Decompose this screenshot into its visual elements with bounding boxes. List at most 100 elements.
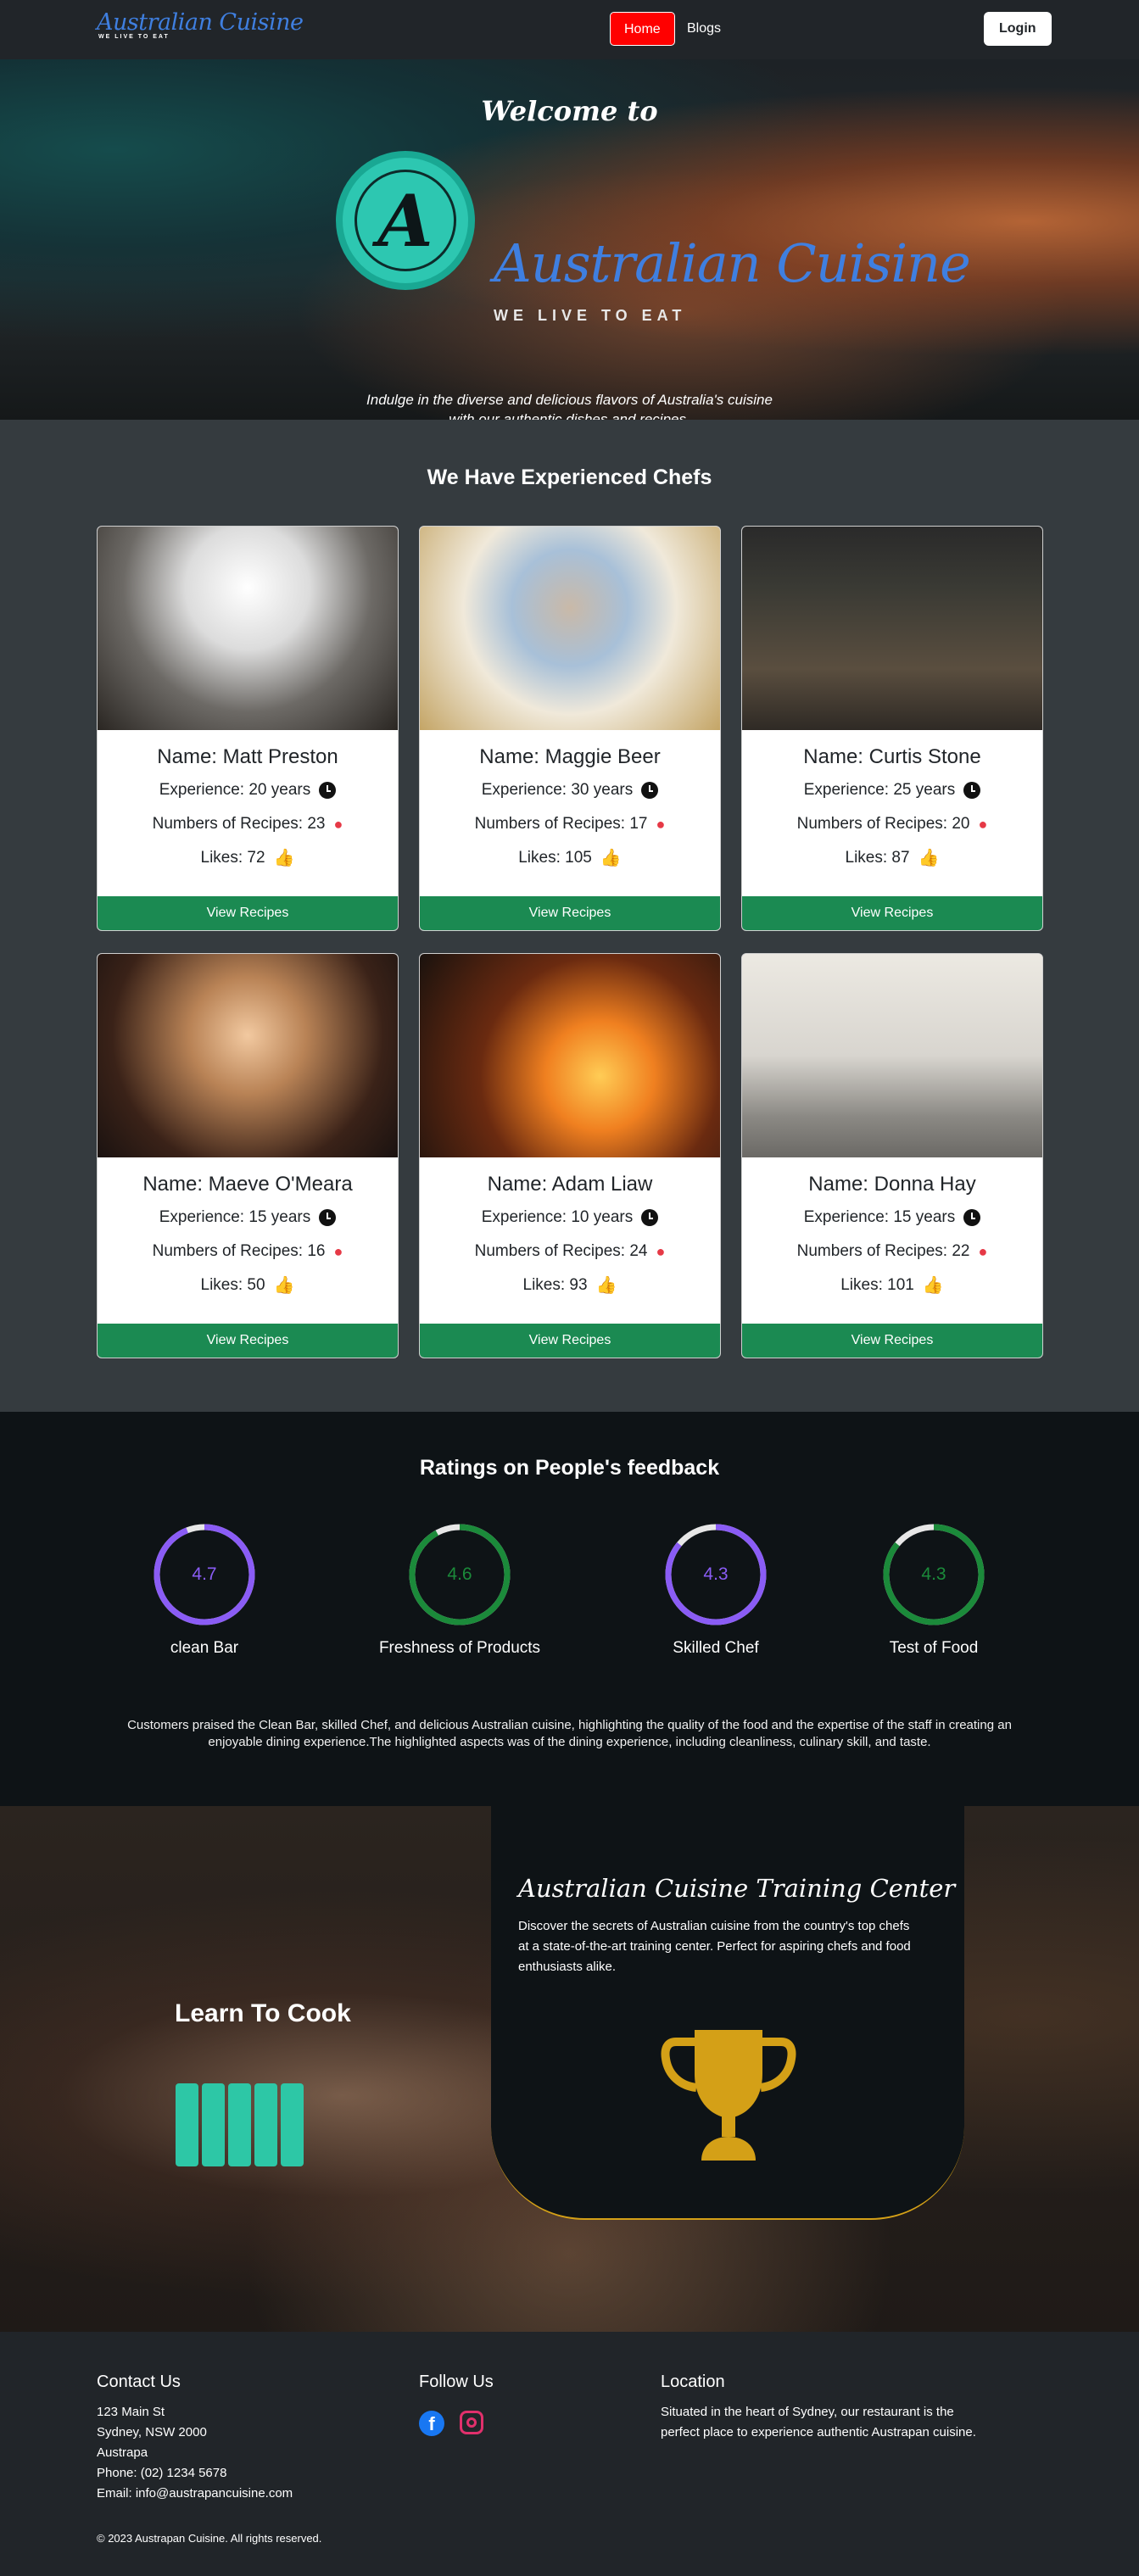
clock-icon (641, 782, 659, 799)
hero-welcome: Welcome to (481, 95, 658, 127)
view-recipes-button[interactable]: View Recipes (742, 896, 1042, 930)
footer-location-text: Situated in the heart of Sydney, our res… (661, 2405, 976, 2439)
login-button[interactable]: Login (984, 12, 1052, 46)
brand-logo[interactable]: Australian Cuisine WE LIVE TO EAT (97, 9, 304, 41)
bars-icon (176, 2083, 304, 2166)
view-recipes-button[interactable]: View Recipes (420, 1324, 720, 1358)
chef-card: Name: Matt Preston Experience: 20 years … (97, 526, 399, 931)
brand-name: Australian Cuisine (97, 9, 304, 36)
fire-icon: ● (656, 1243, 666, 1260)
footer-location-title: Location (661, 2372, 725, 2391)
chef-recipes-text: Numbers of Recipes: 20 (796, 815, 970, 833)
chef-recipes: Numbers of Recipes: 20 ● (742, 815, 1042, 834)
thumbs-up-icon[interactable]: 👍 (918, 850, 940, 867)
chef-recipes-text: Numbers of Recipes: 17 (474, 815, 648, 833)
chefs-section-title: We Have Experienced Chefs (427, 466, 712, 489)
rating-value: 4.6 (447, 1564, 472, 1584)
chef-recipes: Numbers of Recipes: 23 ● (98, 815, 398, 834)
nav-home-link[interactable]: Home (610, 12, 675, 46)
navbar: Australian Cuisine WE LIVE TO EAT Home B… (0, 0, 1139, 59)
chef-name: Name: Maggie Beer (479, 745, 661, 768)
chefs-section: We Have Experienced Chefs Name: Matt Pre… (0, 420, 1139, 1412)
trophy-icon (661, 2030, 796, 2161)
chef-experience: Experience: 30 years (420, 781, 720, 800)
chef-name: Name: Donna Hay (808, 1173, 976, 1196)
chef-recipes-text: Numbers of Recipes: 16 (152, 1242, 326, 1260)
nav-blogs-link[interactable]: Blogs (673, 12, 734, 46)
footer-address-line: Sydney, NSW 2000 (97, 2425, 207, 2439)
clock-icon (319, 782, 337, 799)
footer-address-line: Austrapa (97, 2445, 148, 2460)
chef-likes: Likes: 87 👍 (742, 849, 1042, 867)
chef-card: Name: Maeve O'Meara Experience: 15 years… (97, 953, 399, 1358)
training-card-title: Australian Cuisine Training Center (518, 1874, 956, 1903)
chef-name: Name: Matt Preston (157, 745, 338, 768)
hero-description-line: Indulge in the diverse and delicious fla… (366, 392, 773, 408)
hero-banner: Welcome to A Australian Cuisine WE LIVE … (0, 59, 1139, 420)
chef-experience-text: Experience: 30 years (481, 781, 634, 799)
chef-recipes-text: Numbers of Recipes: 24 (474, 1242, 648, 1260)
footer-phone: Phone: (02) 1234 5678 (97, 2466, 227, 2480)
chef-experience-text: Experience: 25 years (803, 781, 956, 799)
chef-card: Name: Curtis Stone Experience: 25 years … (741, 526, 1043, 931)
chef-likes-text: Likes: 50 (200, 1276, 265, 1294)
footer-email[interactable]: Email: info@austrapancuisine.com (97, 2484, 293, 2504)
hero-logo-emblem: A (336, 151, 475, 290)
thumbs-up-icon[interactable]: 👍 (600, 850, 622, 867)
view-recipes-button[interactable]: View Recipes (742, 1324, 1042, 1358)
rating-value: 4.3 (703, 1564, 729, 1584)
thumbs-up-icon[interactable]: 👍 (274, 1277, 295, 1294)
chef-experience-text: Experience: 20 years (159, 781, 311, 799)
chef-likes-text: Likes: 93 (522, 1276, 588, 1294)
rating-gauge: 4.6 Freshness of Products (358, 1522, 561, 1658)
chef-photo (742, 527, 1042, 730)
thumbs-up-icon[interactable]: 👍 (923, 1277, 944, 1294)
social-links: f (419, 2411, 494, 2436)
footer-follow-title: Follow Us (419, 2372, 494, 2391)
chef-likes: Likes: 50 👍 (98, 1276, 398, 1295)
thumbs-up-icon[interactable]: 👍 (274, 850, 295, 867)
chef-card: Name: Maggie Beer Experience: 30 years N… (419, 526, 721, 931)
training-section: Learn To Cook Australian Cuisine Trainin… (0, 1806, 1139, 2332)
chef-photo (420, 954, 720, 1157)
chef-likes: Likes: 72 👍 (98, 849, 398, 867)
view-recipes-button[interactable]: View Recipes (420, 896, 720, 930)
training-card: Australian Cuisine Training Center Disco… (491, 1806, 964, 2220)
chef-name: Name: Curtis Stone (803, 745, 981, 768)
chef-recipes: Numbers of Recipes: 17 ● (420, 815, 720, 834)
fire-icon: ● (978, 1243, 988, 1260)
chef-name: Name: Adam Liaw (487, 1173, 653, 1196)
chef-card: Name: Adam Liaw Experience: 10 years Num… (419, 953, 721, 1358)
chef-recipes: Numbers of Recipes: 22 ● (742, 1242, 1042, 1261)
clock-icon (319, 1209, 337, 1226)
chef-experience: Experience: 15 years (742, 1208, 1042, 1227)
thumbs-up-icon[interactable]: 👍 (596, 1277, 617, 1294)
fire-icon: ● (333, 1243, 343, 1260)
hero-tagline: WE LIVE TO EAT (494, 307, 687, 324)
footer-address-line: 123 Main St (97, 2405, 165, 2419)
chef-photo (420, 527, 720, 730)
footer-contact-title: Contact Us (97, 2372, 181, 2391)
chef-photo (742, 954, 1042, 1157)
facebook-icon[interactable]: f (419, 2411, 444, 2436)
chef-experience-text: Experience: 15 years (803, 1208, 956, 1226)
chef-likes-text: Likes: 101 (840, 1276, 914, 1294)
chef-recipes: Numbers of Recipes: 16 ● (98, 1242, 398, 1261)
chef-recipes: Numbers of Recipes: 24 ● (420, 1242, 720, 1261)
rating-label: Skilled Chef (673, 1639, 759, 1657)
fire-icon: ● (333, 816, 343, 833)
ratings-description: Customers praised the Clean Bar, skilled… (127, 1718, 1012, 1749)
rating-label: clean Bar (170, 1639, 239, 1657)
learn-to-cook-heading: Learn To Cook (175, 1999, 351, 2027)
chef-experience: Experience: 15 years (98, 1208, 398, 1227)
view-recipes-button[interactable]: View Recipes (98, 1324, 398, 1358)
ratings-section-title: Ratings on People's feedback (419, 1456, 720, 1480)
view-recipes-button[interactable]: View Recipes (98, 896, 398, 930)
rating-label: Freshness of Products (378, 1639, 541, 1657)
footer-location: Location Situated in the heart of Sydney… (661, 2372, 983, 2443)
instagram-icon[interactable] (460, 2411, 483, 2434)
rating-value: 4.3 (921, 1564, 946, 1584)
fire-icon: ● (978, 816, 988, 833)
training-card-text: Discover the secrets of Australian cuisi… (518, 1919, 911, 1974)
clock-icon (963, 1209, 981, 1226)
